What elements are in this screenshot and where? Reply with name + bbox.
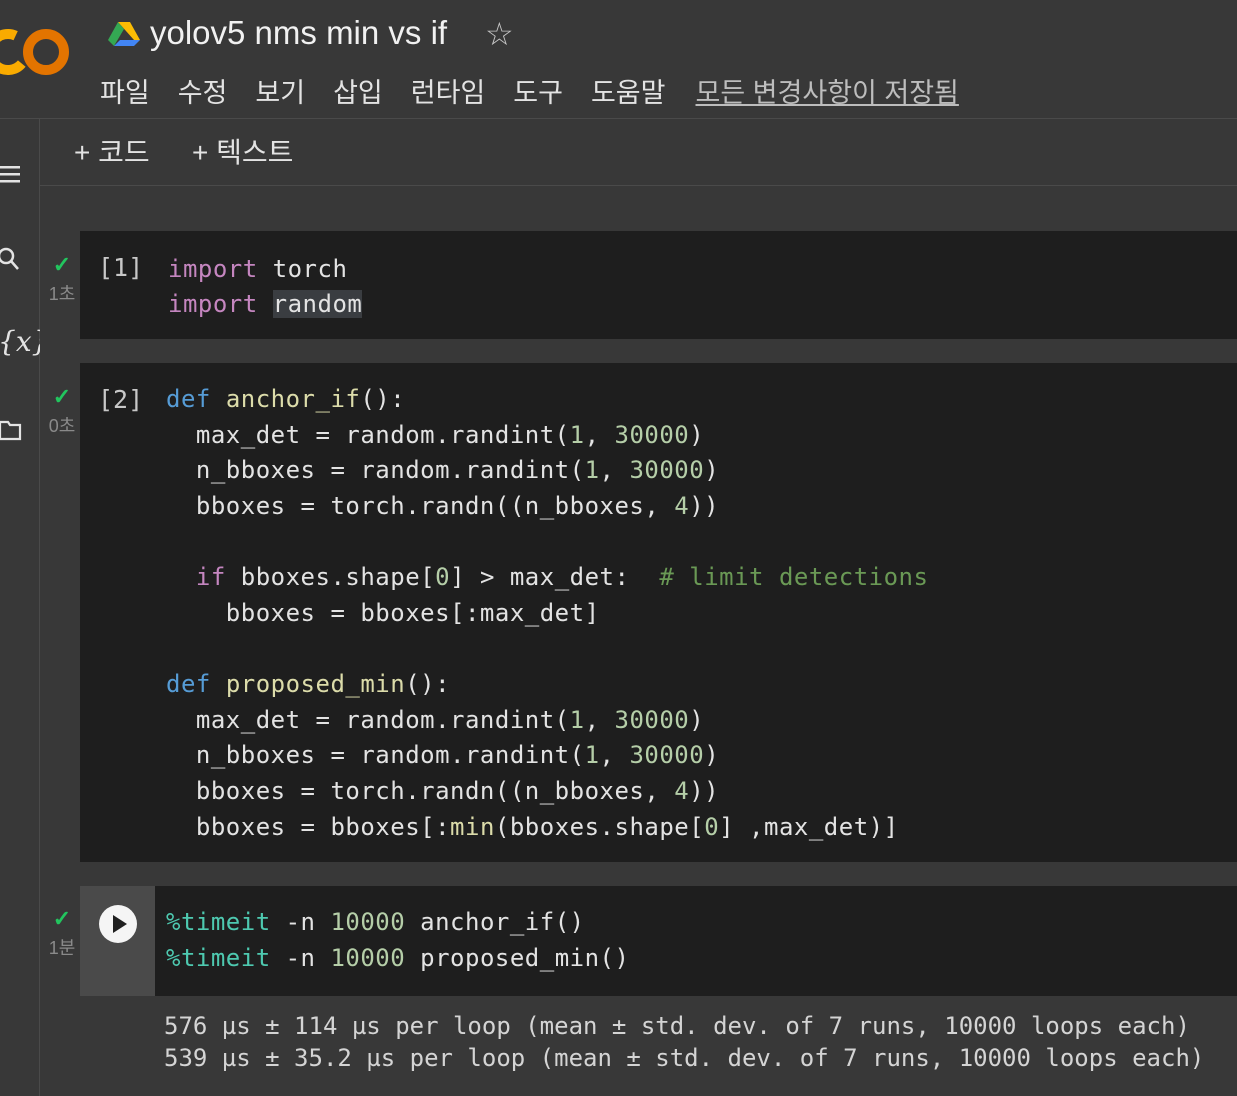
notebook-area: ✓ 1초 [1] import torch import random ✓ 0초… [40,186,1237,1096]
code-line[interactable]: %timeit -n 10000 proposed_min() [166,944,629,972]
save-status-link[interactable]: 모든 변경사항이 저장됨 [696,71,959,110]
star-icon[interactable]: ☆ [485,15,514,53]
google-drive-icon[interactable] [108,20,140,48]
code-line[interactable]: if bboxes.shape[0] > max_det: # limit de… [166,563,928,591]
cell-status: ✓ 0초 [42,386,82,438]
cell-duration: 1초 [48,284,76,304]
code-cell[interactable]: [2] def anchor_if(): max_det = random.ra… [80,363,1237,862]
code-line[interactable]: max_det = random.randint(1, 30000) [166,706,704,734]
run-cell-button[interactable] [98,904,138,944]
notebook-toolbar: + 코드 + 텍스트 [40,119,1237,186]
menu-tools[interactable]: 도구 [513,71,563,110]
folder-icon[interactable] [0,419,22,441]
code-cell[interactable]: [1] import torch import random [80,231,1237,339]
menu-icon[interactable] [0,163,22,185]
cell-status: ✓ 1초 [42,254,82,306]
code-line[interactable]: import torch [168,255,347,283]
code-line[interactable]: bboxes = torch.randn((n_bboxes, 4)) [166,492,719,520]
menu-bar: 파일 수정 보기 삽입 런타임 도구 도움말 모든 변경사항이 저장됨 [100,72,959,108]
code-line[interactable]: import random [168,290,363,318]
execution-count: [1] [98,253,144,282]
cell-duration: 0초 [48,416,76,436]
execution-count: [2] [98,385,144,414]
check-icon: ✓ [52,906,72,931]
code-line[interactable]: def anchor_if(): [166,385,405,413]
left-sidebar: {x} [0,119,49,1096]
add-code-button[interactable]: + 코드 [74,131,150,171]
app-header: yolov5 nms min vs if ☆ 파일 수정 보기 삽입 런타임 도… [0,0,1237,119]
code-line[interactable]: def proposed_min(): [166,670,450,698]
cell-duration: 1분 [48,938,76,958]
notebook-title[interactable]: yolov5 nms min vs if [150,14,447,52]
colab-logo[interactable] [0,24,76,80]
menu-help[interactable]: 도움말 [591,71,666,110]
menu-runtime[interactable]: 런타임 [411,71,486,110]
menu-edit[interactable]: 수정 [178,71,228,110]
menu-insert[interactable]: 삽입 [333,71,383,110]
check-icon: ✓ [52,252,72,277]
code-line[interactable]: n_bboxes = random.randint(1, 30000) [166,741,719,769]
code-line[interactable]: n_bboxes = random.randint(1, 30000) [166,456,719,484]
code-line[interactable]: %timeit -n 10000 anchor_if() [166,908,585,936]
output-line: 539 µs ± 35.2 µs per loop (mean ± std. d… [164,1044,1205,1072]
code-cell[interactable]: %timeit -n 10000 anchor_if() %timeit -n … [80,886,1237,996]
check-icon: ✓ [52,384,72,409]
code-line[interactable]: bboxes = torch.randn((n_bboxes, 4)) [166,777,719,805]
menu-file[interactable]: 파일 [100,71,150,110]
code-line[interactable]: max_det = random.randint(1, 30000) [166,421,704,449]
search-icon[interactable] [0,247,22,273]
add-text-button[interactable]: + 텍스트 [192,131,293,171]
cell-output: 576 µs ± 114 µs per loop (mean ± std. de… [80,996,1237,1096]
code-line[interactable]: bboxes = bboxes[:min(bboxes.shape[0] ,ma… [166,813,899,841]
code-line[interactable]: bboxes = bboxes[:max_det] [166,599,600,627]
cell-status: ✓ 1분 [42,908,82,960]
output-line: 576 µs ± 114 µs per loop (mean ± std. de… [164,1012,1190,1040]
menu-view[interactable]: 보기 [255,71,305,110]
